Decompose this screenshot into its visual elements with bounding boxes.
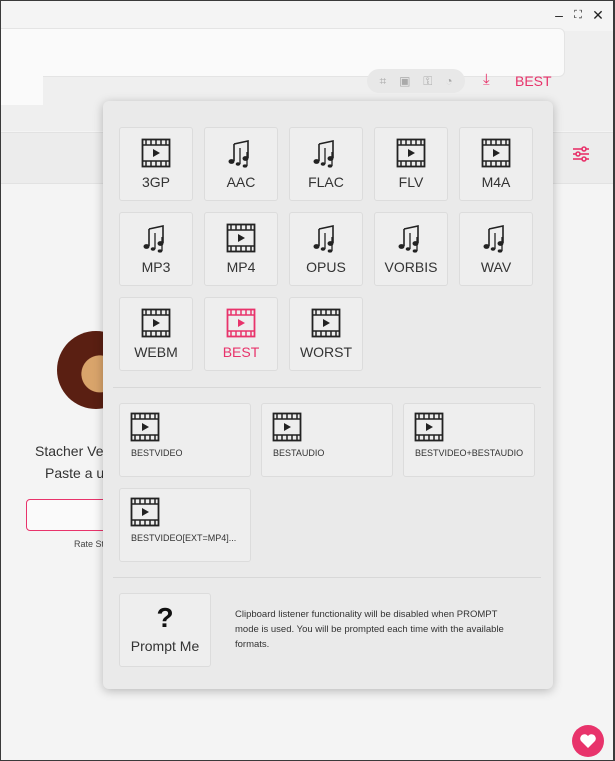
format-label: FLAC bbox=[308, 174, 344, 190]
paste-hint-text: Paste a ur bbox=[45, 465, 109, 481]
combo-tile-bestaudio[interactable]: BESTAUDIO bbox=[261, 403, 393, 477]
format-picker-popup: 3GP AAC FLAC FLV M4A MP3 MP4 OPUS VORBIS WAV WEBM B… bbox=[103, 101, 553, 689]
music-note-icon bbox=[313, 140, 334, 168]
film-icon bbox=[414, 412, 444, 442]
format-tile-webm[interactable]: WEBM bbox=[119, 297, 193, 371]
selected-format-label[interactable]: BEST bbox=[515, 73, 552, 89]
crop-icon[interactable]: ⌗ bbox=[379, 74, 386, 89]
film-icon bbox=[396, 138, 426, 168]
film-icon bbox=[226, 308, 256, 338]
divider bbox=[113, 387, 541, 388]
combo-label: BESTVIDEO bbox=[131, 448, 183, 458]
combo-label: BESTVIDEO[EXT=MP4]... bbox=[131, 533, 237, 543]
key-icon[interactable]: ⚿ bbox=[423, 74, 432, 89]
music-note-icon bbox=[313, 225, 334, 253]
format-label: WEBM bbox=[134, 344, 178, 360]
film-icon bbox=[141, 308, 171, 338]
format-tile-flv[interactable]: FLV bbox=[374, 127, 448, 201]
format-label: M4A bbox=[481, 174, 511, 190]
format-tile-vorbis[interactable]: VORBIS bbox=[374, 212, 448, 286]
rate-text: Rate St bbox=[74, 539, 105, 549]
format-tile-best[interactable]: BEST bbox=[204, 297, 278, 371]
download-icon[interactable]: ⤓ bbox=[483, 71, 490, 88]
prompt-note: Clipboard listener functionality will be… bbox=[235, 609, 504, 650]
prompt-me-label: Prompt Me bbox=[130, 638, 200, 654]
format-label: BEST bbox=[222, 344, 260, 360]
music-note-icon bbox=[483, 225, 504, 253]
music-note-icon bbox=[228, 140, 249, 168]
music-note-icon bbox=[398, 225, 419, 253]
app-version-text: Stacher Ver bbox=[35, 443, 109, 459]
film-icon bbox=[481, 138, 511, 168]
question-icon: ? bbox=[156, 602, 174, 633]
app-window: ‒ ⛶ ✕ ⌗ ▣ ⚿ ◔ ⤓ BEST Stacher Ver Paste a… bbox=[1, 1, 613, 760]
format-label: MP3 bbox=[141, 259, 171, 275]
combo-tile-bestvideo-bestaudio[interactable]: BESTVIDEO+BESTAUDIO bbox=[403, 403, 535, 477]
film-icon bbox=[141, 138, 171, 168]
format-label: WORST bbox=[299, 344, 353, 360]
maximize-button[interactable]: ⛶ bbox=[570, 7, 586, 23]
save-icon[interactable]: ▣ bbox=[399, 74, 410, 88]
format-label: VORBIS bbox=[384, 259, 438, 275]
format-tile-3gp[interactable]: 3GP bbox=[119, 127, 193, 201]
cookie-icon[interactable]: ◔ bbox=[445, 74, 452, 88]
combo-label: BESTAUDIO bbox=[273, 448, 325, 458]
minimize-button[interactable]: ‒ bbox=[551, 7, 567, 23]
combo-tile-bestvideo[interactable]: BESTVIDEO bbox=[119, 403, 251, 477]
format-label: FLV bbox=[398, 174, 424, 190]
format-tile-aac[interactable]: AAC bbox=[204, 127, 278, 201]
format-tile-wav[interactable]: WAV bbox=[459, 212, 533, 286]
combo-label: BESTVIDEO+BESTAUDIO bbox=[415, 448, 524, 458]
format-tile-mp3[interactable]: MP3 bbox=[119, 212, 193, 286]
film-icon bbox=[130, 497, 160, 527]
combo-tile-bestvideo-ext-mp4[interactable]: BESTVIDEO[EXT=MP4]... bbox=[119, 488, 251, 562]
close-button[interactable]: ✕ bbox=[590, 7, 606, 23]
format-tile-worst[interactable]: WORST bbox=[289, 297, 363, 371]
format-label: OPUS bbox=[306, 259, 346, 275]
format-label: MP4 bbox=[226, 259, 256, 275]
film-icon bbox=[226, 223, 256, 253]
prompt-me-tile[interactable]: ? Prompt Me bbox=[119, 593, 211, 667]
format-label: 3GP bbox=[141, 174, 170, 190]
settings-sliders-icon[interactable] bbox=[572, 145, 590, 163]
film-icon bbox=[130, 412, 160, 442]
divider bbox=[113, 577, 541, 578]
music-note-icon bbox=[143, 225, 164, 253]
title-bar: ‒ ⛶ ✕ bbox=[1, 1, 613, 31]
url-input[interactable] bbox=[1, 28, 565, 77]
donate-heart-button[interactable] bbox=[572, 725, 604, 757]
format-tile-m4a[interactable]: M4A bbox=[459, 127, 533, 201]
search-left-strip bbox=[1, 43, 43, 105]
format-tile-mp4[interactable]: MP4 bbox=[204, 212, 278, 286]
heart-icon bbox=[580, 734, 596, 748]
film-icon bbox=[272, 412, 302, 442]
film-icon bbox=[311, 308, 341, 338]
search-icon-group: ⌗ ▣ ⚿ ◔ bbox=[367, 69, 465, 93]
format-tile-flac[interactable]: FLAC bbox=[289, 127, 363, 201]
format-label: AAC bbox=[226, 174, 256, 190]
format-tile-opus[interactable]: OPUS bbox=[289, 212, 363, 286]
format-label: WAV bbox=[480, 259, 512, 275]
